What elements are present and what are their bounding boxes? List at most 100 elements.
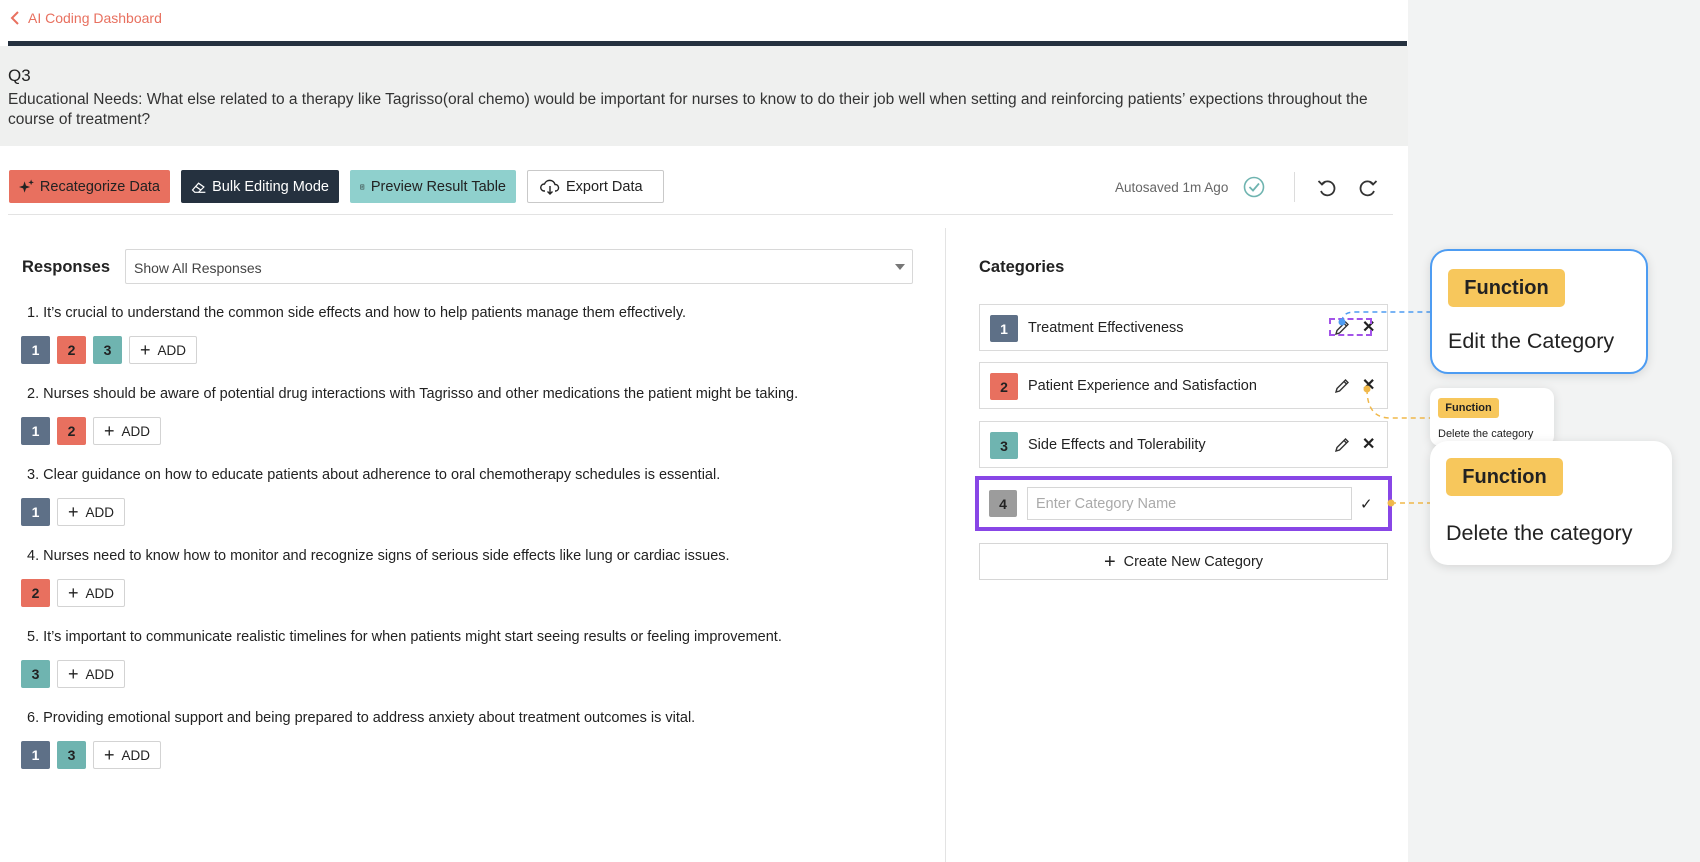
response-tags: 2 + ADD bbox=[21, 579, 730, 607]
bulk-editing-label: Bulk Editing Mode bbox=[212, 178, 329, 195]
add-label: ADD bbox=[85, 504, 115, 520]
category-row: 1 Treatment Effectiveness ✕ bbox=[979, 304, 1388, 351]
plus-icon: + bbox=[140, 340, 151, 360]
category-tag[interactable]: 1 bbox=[21, 741, 50, 769]
category-number: 4 bbox=[989, 490, 1017, 517]
add-category-button[interactable]: + ADD bbox=[93, 417, 162, 445]
column-divider bbox=[945, 228, 946, 862]
category-tag[interactable]: 3 bbox=[93, 336, 122, 364]
toolbar-divider bbox=[8, 214, 1393, 215]
plus-icon: + bbox=[68, 583, 79, 603]
sparkle-icon bbox=[19, 179, 34, 193]
category-tag[interactable]: 1 bbox=[21, 417, 50, 445]
recategorize-button[interactable]: Recategorize Data bbox=[9, 170, 170, 203]
close-icon[interactable]: ✕ bbox=[1362, 378, 1375, 394]
create-category-button[interactable]: + Create New Category bbox=[979, 543, 1388, 580]
annotation-card-edit: Function Edit the Category bbox=[1430, 249, 1648, 374]
add-label: ADD bbox=[85, 666, 115, 682]
plus-icon: + bbox=[68, 502, 79, 522]
category-row: 3 Side Effects and Tolerability ✕ bbox=[979, 421, 1388, 468]
document-icon bbox=[360, 184, 365, 189]
category-name: Side Effects and Tolerability bbox=[1028, 437, 1206, 453]
response-item: 3. Clear guidance on how to educate pati… bbox=[21, 467, 720, 526]
plus-icon: + bbox=[1103, 550, 1116, 573]
response-item: 2. Nurses should be aware of potential d… bbox=[21, 386, 798, 445]
export-data-label: Export Data bbox=[566, 178, 643, 195]
category-row: 2 Patient Experience and Satisfaction ✕ bbox=[979, 362, 1388, 409]
toolbar: Recategorize Data Bulk Editing Mode Prev… bbox=[9, 170, 664, 203]
preview-table-label: Preview Result Table bbox=[370, 178, 506, 195]
add-label: ADD bbox=[121, 423, 151, 439]
response-text: 4. Nurses need to know how to monitor an… bbox=[27, 548, 730, 564]
category-name: Treatment Effectiveness bbox=[1028, 320, 1184, 336]
add-category-button[interactable]: + ADD bbox=[129, 336, 198, 364]
toolbar-separator bbox=[1294, 172, 1295, 202]
export-data-button[interactable]: Export Data bbox=[527, 170, 664, 203]
checkmark-icon[interactable]: ✓ bbox=[1360, 495, 1373, 513]
category-name-input[interactable] bbox=[1027, 487, 1352, 520]
new-category-row: 4 ✓ bbox=[979, 480, 1388, 527]
back-link-label: AI Coding Dashboard bbox=[28, 10, 162, 26]
plus-icon: + bbox=[104, 745, 115, 765]
add-label: ADD bbox=[157, 342, 187, 358]
category-tag[interactable]: 3 bbox=[21, 660, 50, 688]
category-name: Patient Experience and Satisfaction bbox=[1028, 378, 1257, 394]
responses-filter-value: Show All Responses bbox=[134, 260, 262, 276]
close-icon[interactable]: ✕ bbox=[1362, 437, 1375, 453]
chevron-left-icon bbox=[10, 11, 19, 25]
responses-title: Responses bbox=[22, 258, 111, 276]
undo-icon[interactable] bbox=[1317, 179, 1337, 197]
pencil-icon[interactable] bbox=[1334, 437, 1350, 453]
add-category-button[interactable]: + ADD bbox=[57, 498, 126, 526]
annotation-card-delete: Function Delete the category bbox=[1430, 441, 1672, 565]
annotation-description: Delete the category bbox=[1446, 521, 1633, 545]
response-tags: 1 3 + ADD bbox=[21, 741, 695, 769]
category-tag[interactable]: 2 bbox=[57, 336, 86, 364]
category-tag[interactable]: 1 bbox=[21, 498, 50, 526]
question-text: Educational Needs: What else related to … bbox=[8, 91, 1368, 128]
cloud-download-icon bbox=[540, 179, 560, 195]
plus-icon: + bbox=[104, 421, 115, 441]
response-tags: 1 + ADD bbox=[21, 498, 720, 526]
check-circle-icon bbox=[1243, 176, 1265, 198]
back-link[interactable]: AI Coding Dashboard bbox=[10, 10, 162, 26]
response-text: 3. Clear guidance on how to educate pati… bbox=[27, 467, 721, 483]
annotation-description: Delete the category bbox=[1438, 428, 1534, 440]
categories-title: Categories bbox=[979, 258, 1065, 276]
response-tags: 1 2 3 + ADD bbox=[21, 336, 686, 364]
responses-filter-select[interactable]: Show All Responses bbox=[125, 249, 913, 284]
recategorize-label: Recategorize Data bbox=[39, 178, 160, 195]
bulk-editing-button[interactable]: Bulk Editing Mode bbox=[181, 170, 339, 203]
response-item: 1. It’s crucial to understand the common… bbox=[21, 305, 686, 364]
category-tag[interactable]: 1 bbox=[21, 336, 50, 364]
response-tags: 1 2 + ADD bbox=[21, 417, 798, 445]
redo-icon[interactable] bbox=[1358, 179, 1378, 197]
preview-table-button[interactable]: Preview Result Table bbox=[350, 170, 516, 203]
response-text: 6. Providing emotional support and being… bbox=[27, 710, 696, 726]
highlight-box bbox=[1329, 318, 1372, 336]
response-item: 5. It’s important to communicate realist… bbox=[21, 629, 782, 688]
autosave-status: Autosaved 1m Ago bbox=[1115, 180, 1229, 195]
add-category-button[interactable]: + ADD bbox=[57, 660, 126, 688]
category-number: 3 bbox=[990, 432, 1018, 459]
category-number: 2 bbox=[990, 373, 1018, 400]
add-category-button[interactable]: + ADD bbox=[93, 741, 162, 769]
add-label: ADD bbox=[85, 585, 115, 601]
annotation-card-small: Function Delete the category bbox=[1430, 388, 1554, 446]
annotation-description: Edit the Category bbox=[1448, 329, 1615, 353]
response-text: 2. Nurses should be aware of potential d… bbox=[27, 386, 799, 402]
response-text: 5. It’s important to communicate realist… bbox=[27, 629, 782, 645]
category-tag[interactable]: 2 bbox=[21, 579, 50, 607]
function-badge: Function bbox=[1446, 458, 1563, 496]
response-text: 1. It’s crucial to understand the common… bbox=[27, 305, 687, 321]
category-tag[interactable]: 3 bbox=[57, 741, 86, 769]
add-category-button[interactable]: + ADD bbox=[57, 579, 126, 607]
response-tags: 3 + ADD bbox=[21, 660, 782, 688]
function-badge: Function bbox=[1448, 269, 1565, 307]
add-label: ADD bbox=[121, 747, 151, 763]
category-tag[interactable]: 2 bbox=[57, 417, 86, 445]
response-item: 4. Nurses need to know how to monitor an… bbox=[21, 548, 730, 607]
plus-icon: + bbox=[68, 664, 79, 684]
question-number: Q3 bbox=[8, 66, 31, 85]
pencil-icon[interactable] bbox=[1334, 378, 1350, 394]
